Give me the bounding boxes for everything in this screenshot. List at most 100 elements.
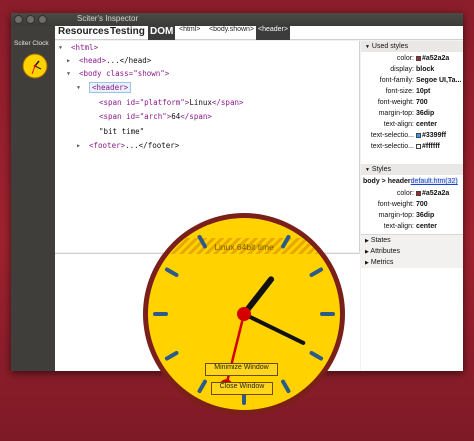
style-property-name: font-weight: [377,99,414,106]
minimize-window-icon[interactable] [26,15,35,24]
style-value-text: #ffffff [422,143,440,150]
style-selector: body > header [363,178,411,185]
expanded-triangle-icon[interactable]: ▼ [67,68,70,80]
expanded-triangle-icon[interactable]: ▼ [365,44,370,50]
minimize-window-button[interactable]: Minimize Window [205,363,278,376]
style-value-text: 700 [416,201,428,208]
states-section[interactable]: ▶ States [361,235,463,246]
style-property-name: margin-top: [378,110,414,117]
style-value-text: 36dip [416,110,435,117]
dom-node-span-arch[interactable]: <span id="arch">64</span> [99,111,212,123]
collapsed-triangle-icon[interactable]: ▶ [365,249,369,255]
collapsed-triangle-icon[interactable]: ▶ [365,260,369,266]
window-title: Sciter's Inspector [77,14,139,23]
collapsed-triangle-icon[interactable]: ▶ [365,238,369,244]
maximize-window-icon[interactable] [38,15,47,24]
dom-node-html[interactable]: ▼ <html> [59,42,98,54]
color-swatch-icon [416,144,421,149]
close-window-icon[interactable] [14,15,23,24]
style-value-text: 700 [416,99,428,106]
used-style-row: font-size: 10pt [361,86,463,97]
style-property-name: color: [396,190,414,197]
style-value-text: center [416,121,438,128]
style-value-text: Segoe UI,Ta... [416,77,462,84]
dom-node-head[interactable]: ▶ <head>...</head> [67,55,151,67]
style-property-value[interactable]: Segoe UI,Ta... [416,75,463,86]
clock-widget[interactable]: Linux 64bit time Minimize Window Close W… [139,209,349,419]
style-property-value[interactable]: 36dip [416,108,463,119]
style-property-value[interactable]: 700 [416,97,463,108]
used-style-row: text-selectio... #ffffff [361,141,463,152]
style-rule-selector-row: body > headerdefault.htm(32) [361,176,463,187]
style-property-name: display: [390,66,414,73]
used-style-row: text-selectio... #3399ff [361,130,463,141]
style-property-name: font-family: [379,77,414,84]
style-property-value[interactable]: #ffffff [416,141,463,152]
style-value-text: 10pt [416,88,431,95]
dom-node-header-selected[interactable]: ▼ <header> [77,82,132,94]
metrics-section[interactable]: ▶ Metrics [361,257,463,268]
style-value-text: center [416,223,438,230]
dom-node-body[interactable]: ▼ <body class="shown"> [67,68,169,80]
style-property-name: text-selectio... [370,143,414,150]
dom-node-span-platform[interactable]: <span id="platform">Linux</span> [99,97,244,109]
expanded-triangle-icon[interactable]: ▼ [59,42,62,54]
dom-node-text[interactable]: "bit time" [99,126,144,138]
style-property-value[interactable]: 10pt [416,86,463,97]
expanded-triangle-icon[interactable]: ▼ [365,167,370,173]
style-property-name: color: [396,55,414,62]
breadcrumb-header[interactable]: <header> [256,26,290,40]
title-bar: Sciter's Inspector [11,13,463,26]
breadcrumb-body[interactable]: <body.shown> [207,26,256,40]
inspector-tabs: Resources Testing DOM <html> <body.shown… [55,26,463,40]
color-swatch-icon [416,56,421,61]
attributes-section[interactable]: ▶ Attributes [361,246,463,257]
clock-center-pin [237,307,251,321]
style-property-value[interactable]: block [416,64,463,75]
breadcrumb-html[interactable]: <html> [177,26,202,40]
style-value-text: #a52a2a [422,190,450,197]
style-value-text: block [416,66,435,73]
collapsed-triangle-icon[interactable]: ▶ [67,55,70,67]
style-property-value[interactable]: #a52a2a [416,53,463,64]
style-property-name: text-align: [383,223,414,230]
style-row: text-align: center [361,221,463,232]
used-style-row: font-family: Segoe UI,Ta... [361,75,463,86]
style-property-value[interactable]: center [416,119,463,130]
style-property-value[interactable]: #3399ff [416,130,463,141]
tab-testing[interactable]: Testing [110,26,145,40]
style-property-name: font-weight: [377,201,414,208]
clock-header-text: Linux 64bit time [214,242,274,252]
dom-node-footer[interactable]: ▶ <footer>...</footer> [77,140,179,152]
style-value-text: #3399ff [422,132,447,139]
app-name[interactable]: Sciter Clock [14,40,49,47]
used-style-row: color: #a52a2a [361,53,463,64]
clock-app-icon[interactable] [22,53,48,79]
used-style-row: display: block [361,64,463,75]
style-source-link[interactable]: default.htm(32) [410,178,458,185]
tab-resources[interactable]: Resources [58,26,109,40]
style-property-value[interactable]: center [416,221,463,232]
app-list-panel: Sciter Clock [11,26,55,371]
used-style-row: text-align: center [361,119,463,130]
tab-dom[interactable]: DOM [148,26,176,40]
styles-header[interactable]: ▼ Styles [361,164,463,175]
used-styles-header[interactable]: ▼ Used styles [361,41,463,52]
expanded-triangle-icon[interactable]: ▼ [77,82,80,94]
color-swatch-icon [416,191,421,196]
style-property-value[interactable]: 36dip [416,210,463,221]
style-row: margin-top: 36dip [361,210,463,221]
style-property-value[interactable]: #a52a2a [416,188,463,199]
color-swatch-icon [416,133,421,138]
style-row: font-weight: 700 [361,199,463,210]
style-property-name: text-align: [383,121,414,128]
collapsed-triangle-icon[interactable]: ▶ [77,140,80,152]
style-property-value[interactable]: 700 [416,199,463,210]
style-property-name: font-size: [385,88,414,95]
style-value-text: 36dip [416,212,435,219]
styles-panel: ▼ Used styles color: #a52a2a display: block… [361,41,463,371]
used-style-row: font-weight: 700 [361,97,463,108]
close-window-button[interactable]: Close Window [211,382,273,395]
style-property-name: margin-top: [378,212,414,219]
style-value-text: #a52a2a [422,55,450,62]
